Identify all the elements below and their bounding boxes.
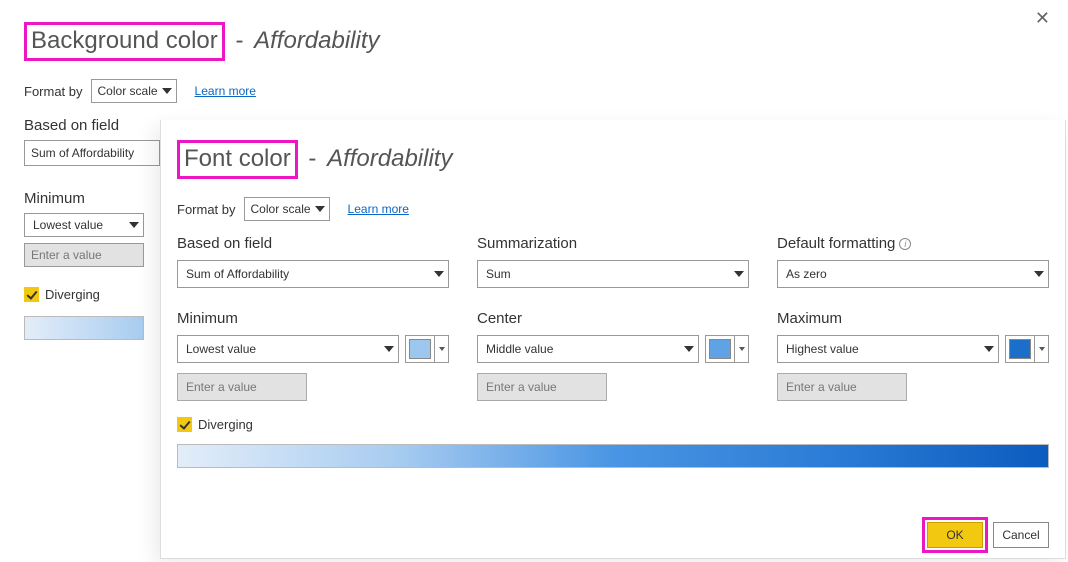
color-swatch (409, 339, 431, 359)
center-label: Center (477, 310, 749, 327)
cancel-button[interactable]: Cancel (993, 522, 1049, 548)
color-swatch (709, 339, 731, 359)
info-icon[interactable] (899, 238, 911, 250)
center-select[interactable]: Middle value (477, 335, 699, 363)
minimum-select[interactable]: Lowest value (24, 213, 144, 237)
title-field: Affordability (254, 27, 379, 54)
font-color-dialog: Font color - Affordability Format by Col… (160, 120, 1066, 559)
chevron-down-icon (984, 346, 994, 352)
minimum-color-picker[interactable] (405, 335, 449, 363)
chevron-down-icon (434, 336, 448, 362)
based-on-field-select[interactable]: Sum of Affordability (24, 140, 160, 166)
learn-more-link[interactable]: Learn more (348, 202, 409, 216)
minimum-value-input[interactable]: Enter a value (24, 243, 144, 267)
title-main: Font color (177, 140, 298, 179)
diverging-checkbox[interactable] (177, 417, 192, 432)
title-field: Affordability (327, 145, 452, 172)
minimum-label: Minimum (177, 310, 449, 327)
title-main: Background color (24, 22, 225, 61)
maximum-value-input[interactable]: Enter a value (777, 373, 907, 401)
format-by-select[interactable]: Color scale (244, 197, 330, 221)
format-by-select[interactable]: Color scale (91, 79, 177, 103)
maximum-color-picker[interactable] (1005, 335, 1049, 363)
summarization-label: Summarization (477, 235, 749, 252)
maximum-select[interactable]: Highest value (777, 335, 999, 363)
gradient-preview (24, 316, 144, 340)
minimum-value-input[interactable]: Enter a value (177, 373, 307, 401)
minimum-select[interactable]: Lowest value (177, 335, 399, 363)
learn-more-link[interactable]: Learn more (195, 84, 256, 98)
maximum-label: Maximum (777, 310, 1049, 327)
dialog-title: Font color - Affordability (177, 140, 1049, 179)
chevron-down-icon (384, 346, 394, 352)
chevron-down-icon (129, 222, 139, 228)
chevron-down-icon (434, 271, 444, 277)
chevron-down-icon (684, 346, 694, 352)
diverging-label: Diverging (198, 417, 253, 432)
dialog-title: Background color - Affordability (24, 22, 1044, 61)
color-swatch (1009, 339, 1031, 359)
chevron-down-icon (734, 336, 748, 362)
diverging-checkbox[interactable] (24, 287, 39, 302)
center-color-picker[interactable] (705, 335, 749, 363)
format-by-label: Format by (177, 202, 236, 217)
gradient-preview (177, 444, 1049, 468)
chevron-down-icon (315, 206, 325, 212)
ok-button[interactable]: OK (927, 522, 983, 548)
default-formatting-select[interactable]: As zero (777, 260, 1049, 288)
chevron-down-icon (162, 88, 172, 94)
summarization-select[interactable]: Sum (477, 260, 749, 288)
default-formatting-label: Default formatting (777, 235, 1049, 252)
chevron-down-icon (734, 271, 744, 277)
diverging-label: Diverging (45, 287, 100, 302)
chevron-down-icon (1034, 336, 1048, 362)
center-value-input[interactable]: Enter a value (477, 373, 607, 401)
based-on-field-label: Based on field (177, 235, 449, 252)
format-by-label: Format by (24, 84, 83, 99)
based-on-field-select[interactable]: Sum of Affordability (177, 260, 449, 288)
close-icon[interactable]: ✕ (1035, 8, 1050, 29)
chevron-down-icon (1034, 271, 1044, 277)
